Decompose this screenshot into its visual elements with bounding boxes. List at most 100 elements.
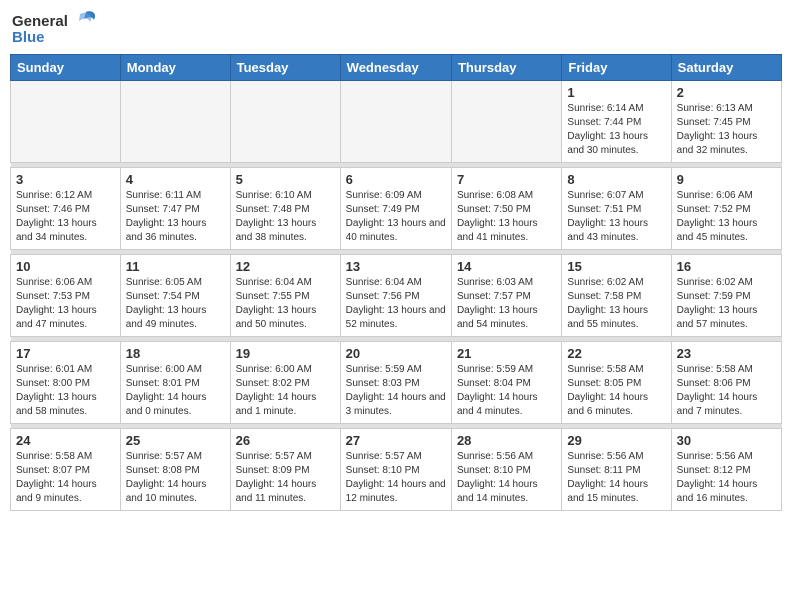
calendar-day-cell: 14Sunrise: 6:03 AMSunset: 7:57 PMDayligh… [451,255,561,337]
day-number: 12 [236,259,335,274]
page-header: General Blue [10,10,782,46]
day-number: 25 [126,433,225,448]
day-number: 30 [677,433,776,448]
logo: General Blue [10,10,105,46]
day-info: Sunrise: 6:04 AMSunset: 7:56 PMDaylight:… [346,276,446,332]
calendar-day-cell: 16 Sunrise: 6:02 AMSunset: 7:59 PMDayligh… [671,255,781,337]
calendar-week-row: 17 Sunrise: 6:01 AMSunset: 8:00 PMDayligh… [11,342,782,424]
day-number: 2 [677,85,776,100]
day-info: Sunrise: 6:02 AMSunset: 7:59 PMDaylight:… [677,276,776,332]
svg-text:Blue: Blue [12,29,45,46]
calendar-day-cell [230,81,340,163]
calendar-day-cell: 28Sunrise: 5:56 AMSunset: 8:10 PMDayligh… [451,429,561,511]
calendar-day-cell [340,81,451,163]
calendar-day-cell: 27 Sunrise: 5:57 AMSunset: 8:10 PMDayligh… [340,429,451,511]
calendar-day-cell: 18 Sunrise: 6:00 AMSunset: 8:01 PMDayligh… [120,342,230,424]
calendar-day-cell: 3 Sunrise: 6:12 AMSunset: 7:46 PMDaylight… [11,168,121,250]
day-number: 20 [346,346,446,361]
day-number: 8 [567,172,665,187]
day-of-week-header: Wednesday [340,55,451,81]
day-number: 26 [236,433,335,448]
day-number: 15 [567,259,665,274]
calendar-day-cell [451,81,561,163]
day-info: Sunrise: 6:00 AMSunset: 8:01 PMDaylight:… [126,363,225,419]
calendar-week-row: 3 Sunrise: 6:12 AMSunset: 7:46 PMDaylight… [11,168,782,250]
day-number: 7 [457,172,556,187]
calendar-day-cell: 7 Sunrise: 6:08 AMSunset: 7:50 PMDaylight… [451,168,561,250]
day-info: Sunrise: 5:57 AMSunset: 8:08 PMDaylight:… [126,450,225,506]
day-info: Sunrise: 5:59 AMSunset: 8:03 PMDaylight:… [346,363,446,419]
day-info: Sunrise: 5:57 AMSunset: 8:10 PMDaylight:… [346,450,446,506]
day-info: Sunrise: 5:56 AMSunset: 8:12 PMDaylight:… [677,450,776,506]
day-number: 18 [126,346,225,361]
day-info: Sunrise: 6:12 AMSunset: 7:46 PMDaylight:… [16,189,115,245]
calendar-day-cell: 29 Sunrise: 5:56 AMSunset: 8:11 PMDayligh… [562,429,671,511]
day-info: Sunrise: 6:14 AMSunset: 7:44 PMDaylight:… [567,102,665,158]
calendar-day-cell: 19Sunrise: 6:00 AMSunset: 8:02 PMDayligh… [230,342,340,424]
day-info: Sunrise: 6:09 AMSunset: 7:49 PMDaylight:… [346,189,446,245]
calendar-day-cell: 9 Sunrise: 6:06 AMSunset: 7:52 PMDaylight… [671,168,781,250]
day-info: Sunrise: 5:58 AMSunset: 8:06 PMDaylight:… [677,363,776,419]
calendar-day-cell: 11Sunrise: 6:05 AMSunset: 7:54 PMDayligh… [120,255,230,337]
calendar-day-cell [11,81,121,163]
day-info: Sunrise: 5:58 AMSunset: 8:05 PMDaylight:… [567,363,665,419]
day-number: 16 [677,259,776,274]
logo-svg: General Blue [10,10,105,46]
calendar-day-cell: 26 Sunrise: 5:57 AMSunset: 8:09 PMDayligh… [230,429,340,511]
day-number: 5 [236,172,335,187]
day-of-week-header: Friday [562,55,671,81]
day-info: Sunrise: 6:06 AMSunset: 7:52 PMDaylight:… [677,189,776,245]
calendar-day-cell: 25 Sunrise: 5:57 AMSunset: 8:08 PMDayligh… [120,429,230,511]
day-info: Sunrise: 6:10 AMSunset: 7:48 PMDaylight:… [236,189,335,245]
day-number: 6 [346,172,446,187]
calendar-header-row: SundayMondayTuesdayWednesdayThursdayFrid… [11,55,782,81]
day-number: 17 [16,346,115,361]
day-of-week-header: Thursday [451,55,561,81]
day-info: Sunrise: 6:05 AMSunset: 7:54 PMDaylight:… [126,276,225,332]
day-info: Sunrise: 5:57 AMSunset: 8:09 PMDaylight:… [236,450,335,506]
day-info: Sunrise: 6:01 AMSunset: 8:00 PMDaylight:… [16,363,115,419]
day-number: 23 [677,346,776,361]
day-number: 4 [126,172,225,187]
calendar-day-cell: 10 Sunrise: 6:06 AMSunset: 7:53 PMDayligh… [11,255,121,337]
day-of-week-header: Saturday [671,55,781,81]
calendar-day-cell [120,81,230,163]
day-number: 13 [346,259,446,274]
calendar-day-cell: 6 Sunrise: 6:09 AMSunset: 7:49 PMDaylight… [340,168,451,250]
day-number: 1 [567,85,665,100]
calendar-day-cell: 5 Sunrise: 6:10 AMSunset: 7:48 PMDaylight… [230,168,340,250]
day-number: 27 [346,433,446,448]
calendar-day-cell: 4 Sunrise: 6:11 AMSunset: 7:47 PMDaylight… [120,168,230,250]
calendar-day-cell: 24Sunrise: 5:58 AMSunset: 8:07 PMDayligh… [11,429,121,511]
day-number: 10 [16,259,115,274]
day-of-week-header: Tuesday [230,55,340,81]
day-info: Sunrise: 6:11 AMSunset: 7:47 PMDaylight:… [126,189,225,245]
day-info: Sunrise: 5:56 AMSunset: 8:10 PMDaylight:… [457,450,556,506]
calendar-day-cell: 17 Sunrise: 6:01 AMSunset: 8:00 PMDayligh… [11,342,121,424]
calendar-week-row: 1 Sunrise: 6:14 AMSunset: 7:44 PMDaylight… [11,81,782,163]
day-number: 29 [567,433,665,448]
day-of-week-header: Sunday [11,55,121,81]
calendar-day-cell: 20 Sunrise: 5:59 AMSunset: 8:03 PMDayligh… [340,342,451,424]
calendar-day-cell: 21Sunrise: 5:59 AMSunset: 8:04 PMDayligh… [451,342,561,424]
day-number: 24 [16,433,115,448]
day-info: Sunrise: 5:56 AMSunset: 8:11 PMDaylight:… [567,450,665,506]
day-number: 9 [677,172,776,187]
day-info: Sunrise: 6:03 AMSunset: 7:57 PMDaylight:… [457,276,556,332]
day-info: Sunrise: 6:08 AMSunset: 7:50 PMDaylight:… [457,189,556,245]
day-info: Sunrise: 5:59 AMSunset: 8:04 PMDaylight:… [457,363,556,419]
calendar-day-cell: 23 Sunrise: 5:58 AMSunset: 8:06 PMDayligh… [671,342,781,424]
calendar-table: SundayMondayTuesdayWednesdayThursdayFrid… [10,54,782,511]
calendar-week-row: 24Sunrise: 5:58 AMSunset: 8:07 PMDayligh… [11,429,782,511]
calendar-day-cell: 22Sunrise: 5:58 AMSunset: 8:05 PMDayligh… [562,342,671,424]
calendar-day-cell: 12 Sunrise: 6:04 AMSunset: 7:55 PMDayligh… [230,255,340,337]
day-info: Sunrise: 6:04 AMSunset: 7:55 PMDaylight:… [236,276,335,332]
day-number: 3 [16,172,115,187]
day-of-week-header: Monday [120,55,230,81]
day-info: Sunrise: 6:00 AMSunset: 8:02 PMDaylight:… [236,363,335,419]
calendar-day-cell: 2Sunrise: 6:13 AMSunset: 7:45 PMDaylight… [671,81,781,163]
day-info: Sunrise: 6:06 AMSunset: 7:53 PMDaylight:… [16,276,115,332]
calendar-day-cell: 15 Sunrise: 6:02 AMSunset: 7:58 PMDayligh… [562,255,671,337]
calendar-day-cell: 30 Sunrise: 5:56 AMSunset: 8:12 PMDayligh… [671,429,781,511]
day-info: Sunrise: 6:02 AMSunset: 7:58 PMDaylight:… [567,276,665,332]
